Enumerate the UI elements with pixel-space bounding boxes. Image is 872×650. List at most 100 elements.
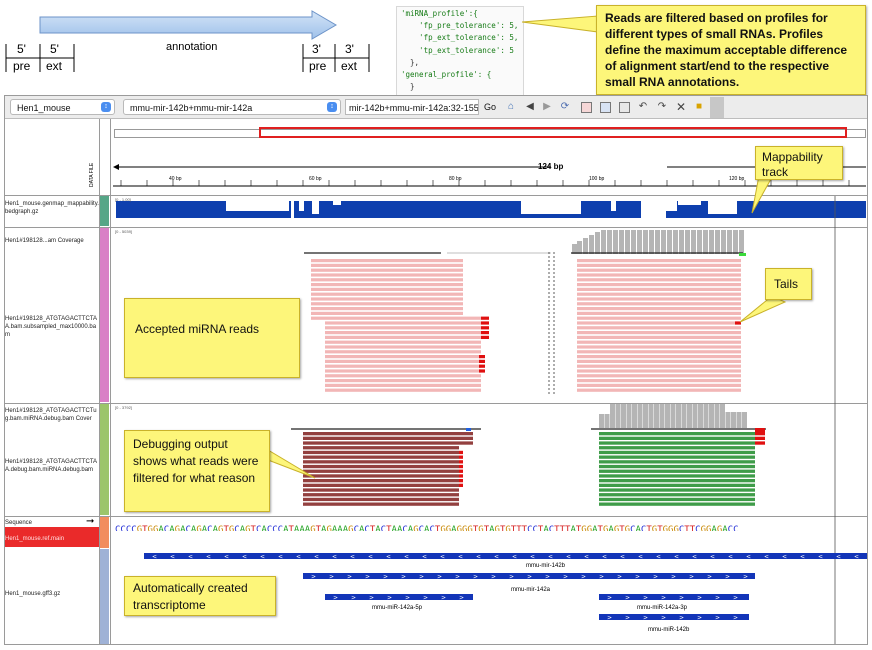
gff-track-label[interactable]: Hen1_mouse.gff3.gz — [5, 590, 99, 598]
accepted-read — [311, 278, 463, 282]
redo-icon[interactable]: ↷ — [656, 101, 668, 113]
locus-dropdown[interactable]: mmu-mir-142b+mmu-mir-142a ↕ — [123, 99, 341, 115]
locus-input-value: mir-142b+mmu-mir-142a:32-155 — [349, 103, 479, 113]
strand-chevron: < — [404, 554, 409, 561]
reference-track-label[interactable]: Hen1_mouse.ref.main — [5, 535, 99, 543]
sequence-bases: CCCCGTGGACAGACAGACAGTGCAGTCACCCATAAAGTAG… — [115, 525, 739, 531]
accepted-read — [577, 369, 741, 373]
home-icon[interactable]: ⌂ — [505, 101, 517, 113]
strand-chevron: > — [441, 595, 446, 602]
back-icon[interactable]: ◀ — [524, 101, 536, 113]
mappability-track-label[interactable]: Hen1_mouse.genmap_mappability.bedgraph.g… — [5, 200, 99, 216]
undo-icon[interactable]: ↶ — [637, 101, 649, 113]
tail-mismatch — [479, 364, 485, 368]
coverage-bar — [655, 230, 660, 254]
accepted-read — [577, 278, 741, 282]
strand-arrow-icon[interactable]: ➞ — [86, 516, 94, 527]
accepted-read — [325, 364, 481, 368]
debug-coverage-bar — [742, 412, 747, 428]
strand-chevron: < — [692, 554, 697, 561]
sequence-track-label[interactable]: Sequence — [5, 519, 99, 527]
strand-chevron: > — [329, 574, 334, 581]
strand-chevron: > — [351, 595, 356, 602]
accepted-debug-read — [599, 502, 755, 506]
strand-chevron: > — [473, 574, 478, 581]
resize-icon[interactable] — [600, 102, 611, 113]
tail-mismatch — [481, 331, 489, 335]
feature-label: mmu-miR-142b — [648, 627, 690, 633]
tail-mismatch — [481, 316, 489, 320]
accepted-read — [325, 369, 481, 373]
strand-chevron: > — [563, 574, 568, 581]
code-line: 'fp_ext_tolerance': 5, — [401, 33, 519, 43]
feature-reverse — [144, 553, 867, 559]
strand-chevron: < — [620, 554, 625, 561]
mappability-gap — [611, 201, 616, 211]
debug-coverage-bar — [632, 404, 637, 428]
strand-chevron: < — [296, 554, 301, 561]
strand-chevron: < — [332, 554, 337, 561]
popup-icon[interactable]: ■ — [693, 101, 705, 113]
strand-chevron: > — [707, 574, 712, 581]
accepted-read — [577, 335, 741, 339]
mappability-gap — [656, 201, 677, 211]
strand-chevron: > — [509, 574, 514, 581]
debug-coverage-bar — [637, 404, 643, 428]
go-button[interactable]: Go — [481, 99, 499, 115]
debug-coverage-bar — [736, 412, 742, 428]
accepted-read — [577, 331, 741, 335]
mappability-range: [0 - 1.00] — [115, 197, 131, 202]
strand-chevron: > — [581, 574, 586, 581]
genome-dropdown[interactable]: Hen1_mouse ↕ — [10, 99, 115, 115]
accepted-read — [311, 259, 463, 263]
close-icon[interactable]: ✕ — [675, 101, 687, 113]
accepted-read — [577, 345, 741, 349]
debug-coverage-bar — [654, 404, 659, 428]
mappability-gap — [521, 201, 581, 214]
accepted-read — [325, 350, 481, 354]
strand-chevron: > — [679, 615, 684, 622]
three-pre-sub-label: pre — [309, 59, 327, 73]
accepted-read — [577, 321, 741, 325]
roi-icon[interactable] — [581, 102, 592, 113]
strand-chevron: > — [725, 574, 730, 581]
alignment-track-label[interactable]: Hen1#198128_ATGTAGACTTCTAA.bam.subsample… — [5, 315, 99, 339]
filtered-read — [303, 441, 473, 445]
table-icon[interactable] — [619, 102, 630, 113]
profile-code-snippet: 'miRNA_profile':{ 'fp_pre_tolerance': 5,… — [396, 6, 524, 96]
coverage-track-label[interactable]: Hen1#198128...am Coverage — [5, 237, 99, 245]
forward-icon[interactable]: ▶ — [541, 101, 553, 113]
accepted-read — [325, 326, 481, 330]
accepted-read — [325, 374, 481, 378]
strand-chevron: > — [437, 574, 442, 581]
coverage-bar — [601, 230, 606, 254]
accepted-debug-read — [599, 493, 755, 497]
debug-coverage-bar — [626, 404, 632, 428]
profiles-callout-pointer — [522, 15, 599, 33]
five-ext-sub-label: ext — [46, 59, 63, 73]
accepted-read — [577, 302, 741, 306]
code-line: } — [401, 82, 415, 92]
accepted-read — [577, 268, 741, 272]
strand-chevron: < — [548, 554, 553, 561]
debug-coverage-bar — [604, 414, 610, 428]
refresh-icon[interactable]: ⟳ — [559, 101, 571, 113]
strand-chevron: > — [733, 615, 738, 622]
debug-coverage-bar — [720, 404, 725, 428]
locus-input[interactable]: mir-142b+mmu-mir-142a:32-155 — [345, 99, 479, 115]
debug-coverage-track-label[interactable]: Hen1#198128_ATGTAGACTTCTug.bam.miRNA.deb… — [5, 407, 99, 423]
tail-mismatch — [459, 455, 463, 459]
strand-chevron: < — [746, 554, 751, 561]
feature-label: mmu-miR-142a-3p — [637, 605, 688, 611]
strand-chevron: < — [800, 554, 805, 561]
tail-mismatch — [459, 479, 463, 483]
coverage-bar — [577, 241, 582, 254]
accepted-read — [311, 311, 463, 315]
feature-forward — [599, 594, 749, 600]
ruler-tick-label: 40 bp — [169, 176, 182, 182]
debug-alignment-track-label[interactable]: Hen1#198128_ATGTAGACTTCTAA.debug.bam.miR… — [5, 458, 99, 474]
strand-chevron: > — [625, 615, 630, 622]
strand-chevron: > — [643, 615, 648, 622]
tail-mismatch — [755, 441, 765, 445]
coverage-bar — [703, 230, 708, 254]
